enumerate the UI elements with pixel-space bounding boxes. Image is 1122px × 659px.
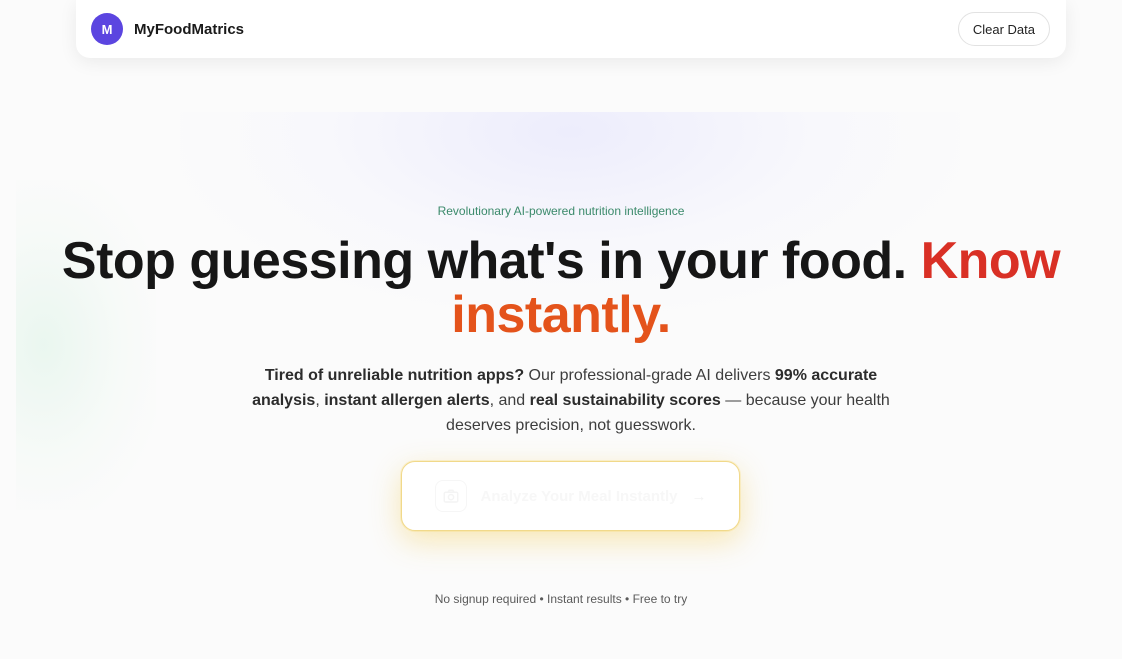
- hero-tagline: Revolutionary AI-powered nutrition intel…: [437, 204, 685, 218]
- brand-name: MyFoodMatrics: [134, 20, 245, 38]
- desc-part-4: ,: [315, 392, 325, 409]
- desc-part-5: instant allergen alerts: [324, 392, 490, 409]
- logo-avatar: M: [91, 13, 123, 45]
- desc-part-7: real sustainability scores: [529, 392, 721, 409]
- headline-main: Stop guessing what's in your food.: [61, 232, 921, 290]
- headline-accent-instantly: instantly.: [451, 286, 671, 344]
- background-glow-left: [16, 180, 156, 510]
- camera-icon: [434, 480, 467, 512]
- analyze-meal-button[interactable]: Analyze Your Meal Instantly →: [401, 461, 740, 531]
- headline-accent-know: Know: [920, 232, 1061, 290]
- desc-part-6: , and: [489, 392, 530, 409]
- hero-description: Tired of unreliable nutrition apps? Our …: [250, 363, 892, 438]
- arrow-right-icon: →: [691, 487, 707, 505]
- desc-part-1: Tired of unreliable nutrition apps?: [264, 367, 525, 384]
- analyze-meal-label: Analyze Your Meal Instantly: [480, 487, 678, 505]
- hero-headline: Stop guessing what's in your food. Know …: [60, 234, 1062, 342]
- logo-letter: M: [101, 21, 113, 37]
- clear-data-button[interactable]: Clear Data: [957, 12, 1050, 46]
- desc-part-2: Our professional-grade AI delivers: [524, 367, 775, 384]
- hero-footnote: No signup required • Instant results • F…: [434, 592, 688, 606]
- navbar: M MyFoodMatrics Clear Data: [76, 0, 1066, 58]
- brand[interactable]: M MyFoodMatrics: [91, 13, 244, 45]
